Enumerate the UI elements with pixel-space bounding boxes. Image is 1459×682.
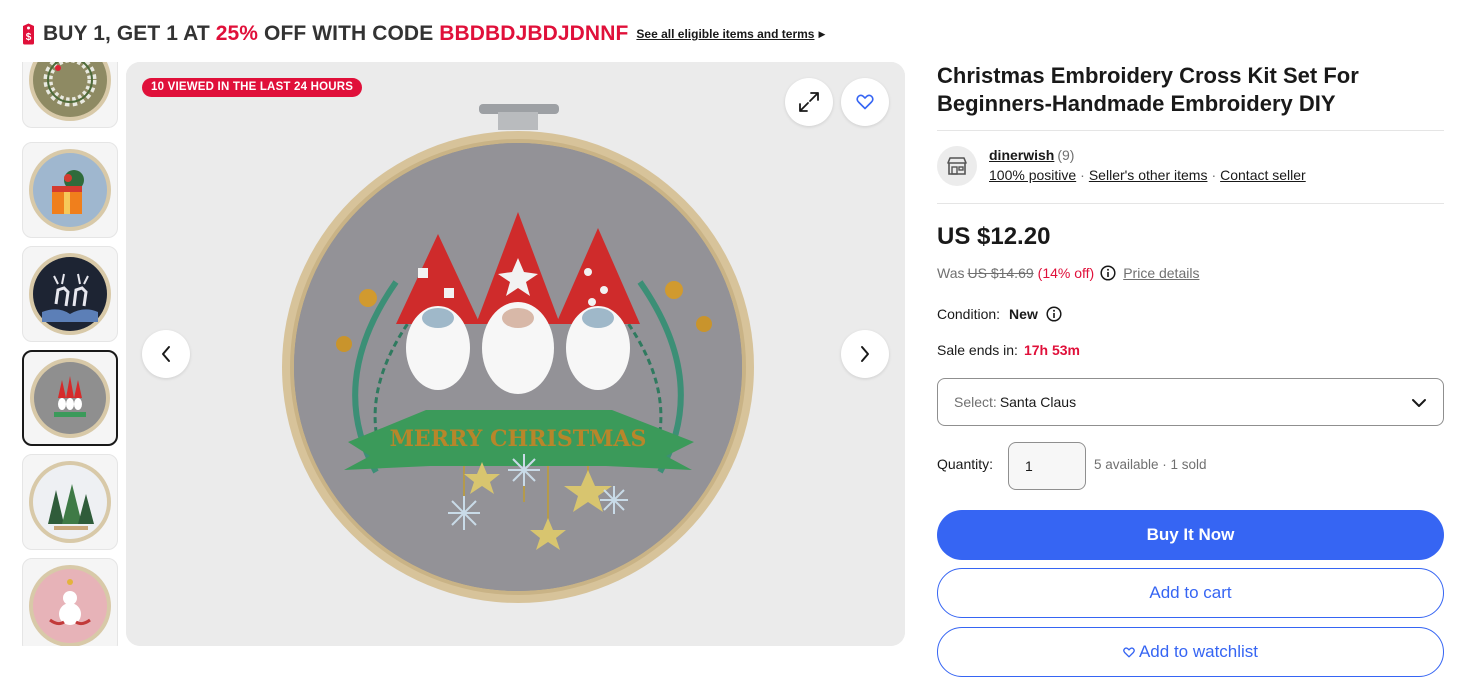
heart-icon — [1123, 646, 1135, 658]
select-label: Select: — [954, 394, 997, 410]
expand-image-button[interactable] — [785, 78, 833, 126]
buy-it-now-button[interactable]: Buy It Now — [937, 510, 1444, 560]
thumbnail-wreath[interactable] — [22, 62, 118, 128]
sale-ends-label: Sale ends in: — [937, 342, 1018, 358]
thumbnail-strip[interactable] — [22, 62, 118, 646]
chevron-down-icon — [1412, 399, 1426, 407]
add-to-watchlist-label: Add to watchlist — [1138, 642, 1259, 661]
buy-it-now-label: Buy It Now — [1146, 525, 1235, 544]
trees-embroidery-thumb — [29, 461, 111, 543]
thumbnail-snowman[interactable] — [22, 558, 118, 646]
separator-dot: · — [1080, 167, 1085, 183]
current-price: US $12.20 — [937, 223, 1051, 250]
was-price: US $14.69 — [967, 265, 1034, 281]
seller-feedback-count: (9) — [1057, 147, 1075, 163]
seller-other-items-link[interactable]: Seller's other items — [1089, 167, 1208, 183]
seller-name-row: dinerwish (9) — [989, 147, 1074, 163]
seller-name-link[interactable]: dinerwish — [989, 147, 1054, 163]
seller-positive-link[interactable]: 100% positive — [989, 167, 1076, 183]
merry-christmas-text: MERRY CHRISTMAS — [390, 426, 647, 452]
thumbnail-reindeer[interactable] — [22, 246, 118, 342]
select-value: Santa Claus — [999, 394, 1077, 410]
was-label: Was — [937, 265, 965, 281]
add-to-watchlist-button[interactable]: Add to watchlist — [937, 627, 1444, 677]
variant-select[interactable]: Select: Santa Claus — [937, 378, 1444, 426]
add-to-cart-label: Add to cart — [1149, 583, 1232, 602]
reindeer-embroidery-thumb — [29, 253, 111, 335]
sale-ends-value: 17h 53m — [1023, 342, 1080, 358]
info-icon[interactable] — [1046, 306, 1062, 322]
promo-banner: $ BUY 1, GET 1 AT 25% OFF WITH CODE BBDB… — [20, 18, 825, 50]
seller-avatar[interactable] — [937, 146, 977, 186]
triangle-right-icon: ▶ — [818, 28, 826, 39]
previous-image-button[interactable] — [142, 330, 190, 378]
viewed-badge: 10 VIEWED IN THE LAST 24 HOURS — [142, 78, 363, 97]
gnomes-embroidery-thumb — [30, 358, 110, 438]
quantity-label: Quantity: — [937, 456, 994, 472]
condition-label: Condition: — [937, 306, 1001, 322]
promo-prefix: BUY 1, GET 1 AT — [43, 22, 216, 45]
sale-ends-row: Sale ends in: 17h 53m — [937, 342, 1080, 358]
thumbnail-trees[interactable] — [22, 454, 118, 550]
divider — [937, 203, 1444, 204]
divider — [937, 130, 1444, 131]
thumbnail-gift[interactable] — [22, 142, 118, 238]
chevron-right-icon — [861, 346, 869, 362]
snowman-embroidery-thumb — [29, 565, 111, 646]
promo-text: BUY 1, GET 1 AT 25% OFF WITH CODE BBDBDJ… — [43, 22, 628, 46]
wreath-embroidery-thumb — [29, 62, 111, 121]
chevron-left-icon — [162, 346, 170, 362]
gnomes-embroidery-hoop-image: MERRY CHRISTMAS — [126, 62, 905, 646]
quantity-input[interactable] — [1008, 442, 1086, 490]
next-image-button[interactable] — [841, 330, 889, 378]
condition-value: New — [1009, 306, 1038, 322]
price-tag-icon: $ — [23, 23, 34, 45]
separator-dot: · — [1211, 167, 1217, 183]
product-title: Christmas Embroidery Cross Kit Set For B… — [937, 63, 1359, 116]
expand-icon — [799, 92, 819, 112]
main-product-image[interactable]: MERRY CHRISTMAS 10 VIEWED IN THE LAST 24… — [126, 62, 905, 646]
add-to-cart-button[interactable]: Add to cart — [937, 568, 1444, 618]
promo-percent: 25% — [215, 22, 259, 45]
price-details-link[interactable]: Price details — [1123, 265, 1199, 281]
discount-percent: (14% off) — [1037, 265, 1095, 281]
info-icon[interactable] — [1100, 265, 1116, 281]
was-price-row: Was US $14.69 (14% off) Price details — [937, 265, 1199, 281]
heart-icon — [856, 94, 874, 110]
watch-heart-button[interactable] — [841, 78, 889, 126]
seller-links-row: 100% positive · Seller's other items · Conta… — [989, 167, 1306, 183]
thumbnail-gnomes[interactable] — [22, 350, 118, 446]
promo-middle: OFF WITH CODE — [258, 22, 440, 45]
store-icon — [947, 157, 967, 175]
condition-row: Condition: New — [937, 306, 1062, 322]
availability-text: 5 available · 1 sold — [1094, 457, 1207, 472]
svg-text:$: $ — [26, 32, 32, 43]
contact-seller-link[interactable]: Contact seller — [1220, 167, 1306, 183]
promo-code: BBDBDJBDJDNNF — [439, 22, 629, 45]
gift-box-embroidery-thumb — [29, 149, 111, 231]
eligible-items-link[interactable]: See all eligible items and terms — [636, 27, 814, 41]
